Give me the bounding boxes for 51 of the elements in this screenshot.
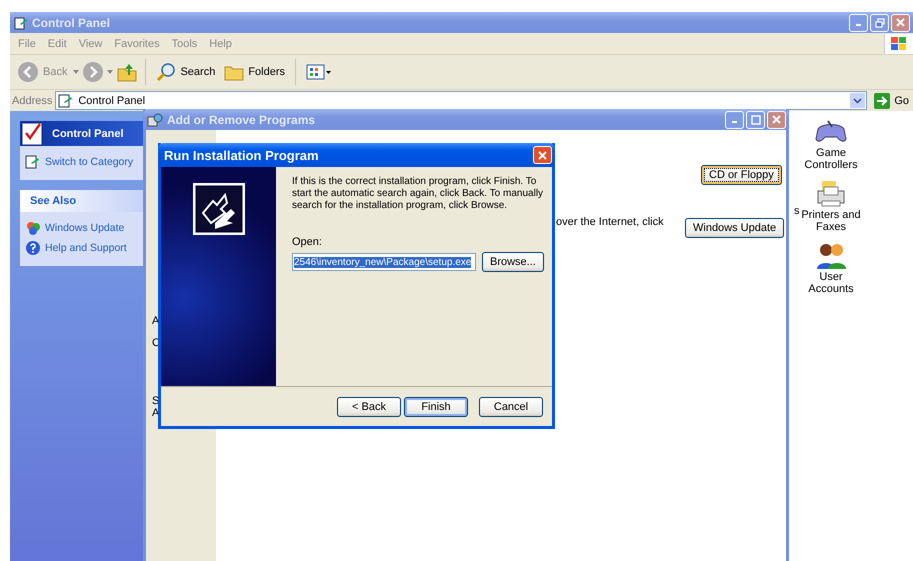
folders-button[interactable]: Folders [221, 61, 288, 83]
programs-icon [147, 112, 163, 126]
address-label: Address [12, 94, 52, 106]
see-also-link[interactable]: Help and Support [25, 238, 141, 258]
control-panel-item[interactable]: User Accounts [799, 241, 863, 295]
search-button[interactable]: Search [153, 60, 218, 84]
body-text: over the Internet, click [556, 216, 664, 228]
control-panel-icon [58, 94, 74, 108]
restore-button[interactable] [870, 14, 889, 32]
wizard-button[interactable]: Cancel [479, 396, 543, 416]
close-icon [538, 150, 547, 160]
help-icon [25, 240, 41, 256]
cut-text: s [794, 205, 800, 217]
open-label: Open: [292, 236, 323, 248]
window-title: Add or Remove Programs [167, 112, 316, 126]
wizard-button[interactable]: < Back [337, 396, 401, 416]
search-icon [156, 62, 176, 82]
panel-title: Control Panel [52, 128, 124, 140]
option-button[interactable]: Windows Update [685, 218, 784, 238]
address-field[interactable]: Control Panel [55, 91, 868, 110]
browse-button[interactable]: Browse... [482, 252, 544, 272]
section-header: See Also [20, 190, 143, 212]
dialog-title: Run Installation Program [164, 148, 319, 162]
go-button[interactable]: Go [870, 92, 913, 108]
maximize-icon [750, 114, 760, 124]
users-icon [814, 241, 848, 271]
instruction-text: If this is the correct installation program, click Finish. To start the automatic search again, click Back. To manually search for the installation program, click Browse. [292, 176, 544, 212]
wizard-button[interactable]: Finish [404, 396, 468, 416]
control-panel-icon [25, 154, 41, 170]
control-panel-icon [14, 16, 28, 30]
close-icon [772, 115, 781, 124]
minimize-button[interactable] [725, 110, 744, 128]
control-panel-item[interactable]: Printers and Faxes [799, 179, 863, 233]
close-icon [896, 18, 905, 27]
window-title: Control Panel [32, 16, 110, 30]
install-arrows-icon [192, 183, 244, 235]
see-also-link[interactable]: Windows Update [25, 218, 141, 238]
windows-logo-icon [884, 34, 913, 54]
close-button[interactable] [891, 14, 910, 32]
forward-icon[interactable] [82, 61, 104, 83]
close-button[interactable] [533, 146, 552, 164]
close-button[interactable] [767, 110, 786, 128]
control-panel-item[interactable]: Game Controllers [799, 117, 863, 171]
restore-icon [874, 18, 884, 28]
windows-update-icon [25, 220, 41, 236]
go-arrow-icon [874, 92, 890, 108]
maximize-button[interactable] [746, 110, 765, 128]
option-button[interactable]: CD or Floppy [701, 165, 782, 185]
minimize-button[interactable] [849, 14, 868, 32]
views-icon [306, 64, 332, 80]
path-field[interactable]: 2546\inventory_new\Package\setup.exe [292, 253, 476, 271]
